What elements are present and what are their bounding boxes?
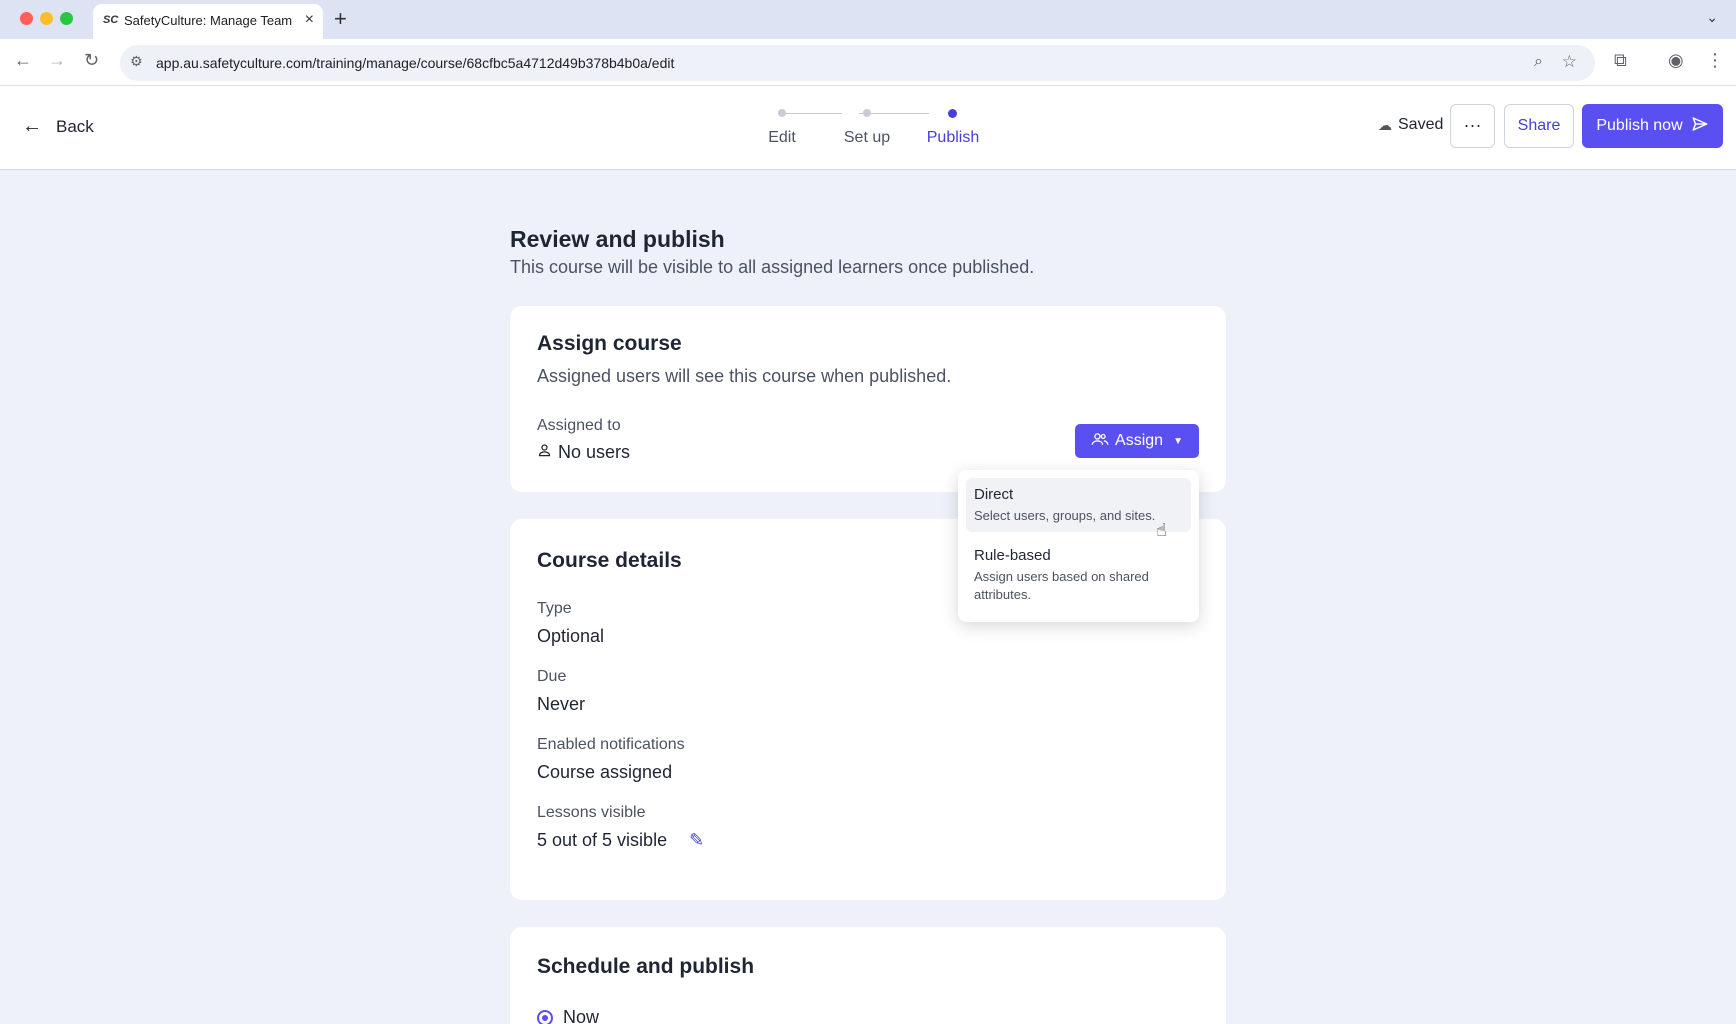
step-setup[interactable]: Set up	[844, 129, 890, 147]
share-button[interactable]: Share	[1504, 104, 1574, 148]
pointer-hand-icon: ☝	[1156, 520, 1167, 540]
step-publish[interactable]: Publish	[927, 129, 979, 147]
assigned-to-value: No users	[537, 442, 630, 463]
course-editor-header: ← Back Edit Set up Publish ☁ Saved ··· S…	[0, 86, 1736, 170]
notifications-value: Course assigned	[537, 762, 673, 782]
assign-button[interactable]: Assign ▼	[1075, 424, 1199, 458]
address-bar[interactable]: ⚙ app.au.safetyculture.com/training/mana…	[120, 45, 1595, 81]
browser-tab[interactable]: SC SafetyCulture: Manage Teams ×	[93, 4, 323, 39]
browser-toolbar: ← → ↻ ⚙ app.au.safetyculture.com/trainin…	[0, 39, 1736, 86]
type-label: Type	[537, 600, 572, 617]
publish-now-label: Publish now	[1596, 117, 1683, 134]
user-icon	[537, 442, 552, 463]
lessons-visible-value: 5 out of 5 visible ✎	[537, 830, 704, 851]
assigned-to-label: Assigned to	[537, 417, 621, 434]
new-tab-icon[interactable]: +	[334, 6, 347, 32]
browser-menu-icon[interactable]: ⋮	[1706, 50, 1724, 71]
step-edit[interactable]: Edit	[768, 129, 796, 147]
saved-label: Saved	[1398, 116, 1444, 133]
publish-now-option[interactable]: Now	[537, 1007, 599, 1024]
close-tab-icon[interactable]: ×	[305, 11, 314, 29]
save-status: ☁ Saved	[1378, 116, 1443, 134]
rule-based-desc: Assign users based on shared attributes.	[974, 569, 1149, 602]
safetyculture-favicon-icon: SC	[103, 14, 119, 26]
assign-course-subtitle: Assigned users will see this course when…	[537, 366, 952, 386]
back-button[interactable]: ← Back	[22, 115, 94, 138]
due-value: Never	[537, 694, 586, 714]
tab-title: SafetyCulture: Manage Teams	[124, 13, 292, 28]
close-window-button[interactable]	[20, 12, 33, 25]
publish-now-button[interactable]: Publish now	[1582, 104, 1723, 148]
assign-course-card: Assign course Assigned users will see th…	[510, 306, 1226, 492]
assign-course-title: Assign course	[537, 332, 682, 355]
direct-title: Direct	[974, 486, 1014, 503]
tab-search-chevron-icon[interactable]: ⌄	[1706, 9, 1718, 26]
step-connector	[786, 113, 842, 114]
edit-pencil-icon[interactable]: ✎	[689, 830, 704, 851]
menu-item-rule-based[interactable]: Rule-based Assign users based on shared …	[966, 539, 1191, 613]
step-dot-publish	[948, 109, 957, 118]
maximize-window-button[interactable]	[60, 12, 73, 25]
step-dot-setup	[863, 109, 871, 117]
page-title: Review and publish	[510, 226, 725, 252]
reload-icon[interactable]: ↻	[84, 50, 99, 71]
course-details-title: Course details	[537, 549, 682, 572]
forward-arrow-icon[interactable]: →	[48, 50, 66, 71]
schedule-publish-title: Schedule and publish	[537, 955, 755, 978]
progress-stepper: Edit Set up Publish	[760, 106, 1000, 156]
browser-tab-bar: SC SafetyCulture: Manage Teams × + ⌄	[0, 0, 1736, 39]
schedule-publish-card: Schedule and publish Now	[510, 927, 1226, 1024]
bookmark-star-icon[interactable]: ☆	[1562, 52, 1577, 72]
lessons-visible-label: Lessons visible	[537, 804, 646, 821]
now-label: Now	[563, 1007, 600, 1024]
rule-based-title: Rule-based	[974, 547, 1051, 564]
extensions-puzzle-icon[interactable]: ⧉	[1614, 50, 1627, 71]
send-icon	[1691, 115, 1709, 138]
step-dot-edit	[778, 109, 786, 117]
caret-down-icon: ▼	[1173, 435, 1183, 447]
users-icon	[1091, 431, 1109, 452]
assign-label: Assign	[1115, 432, 1164, 449]
back-label: Back	[56, 116, 94, 136]
no-users-text: No users	[558, 442, 631, 462]
minimize-window-button[interactable]	[40, 12, 53, 25]
notifications-label: Enabled notifications	[537, 736, 685, 753]
page-subtitle: This course will be visible to all assig…	[510, 257, 1035, 277]
site-info-icon[interactable]: ⚙	[130, 53, 143, 70]
url-text: app.au.safetyculture.com/training/manage…	[156, 55, 675, 71]
due-label: Due	[537, 668, 567, 685]
direct-desc: Select users, groups, and sites.	[974, 508, 1156, 523]
profile-icon[interactable]: ◉	[1668, 50, 1684, 71]
lessons-visible-text: 5 out of 5 visible	[537, 830, 668, 850]
more-options-button[interactable]: ···	[1450, 104, 1495, 148]
radio-selected-icon[interactable]	[537, 1009, 553, 1024]
cloud-saved-icon: ☁	[1378, 116, 1392, 133]
zoom-icon[interactable]: ⌕	[1534, 53, 1543, 71]
assign-dropdown-menu: Direct Select users, groups, and sites. …	[958, 470, 1199, 622]
type-value: Optional	[537, 626, 605, 646]
back-arrow-icon: ←	[22, 115, 42, 137]
back-arrow-icon[interactable]: ←	[14, 50, 32, 71]
